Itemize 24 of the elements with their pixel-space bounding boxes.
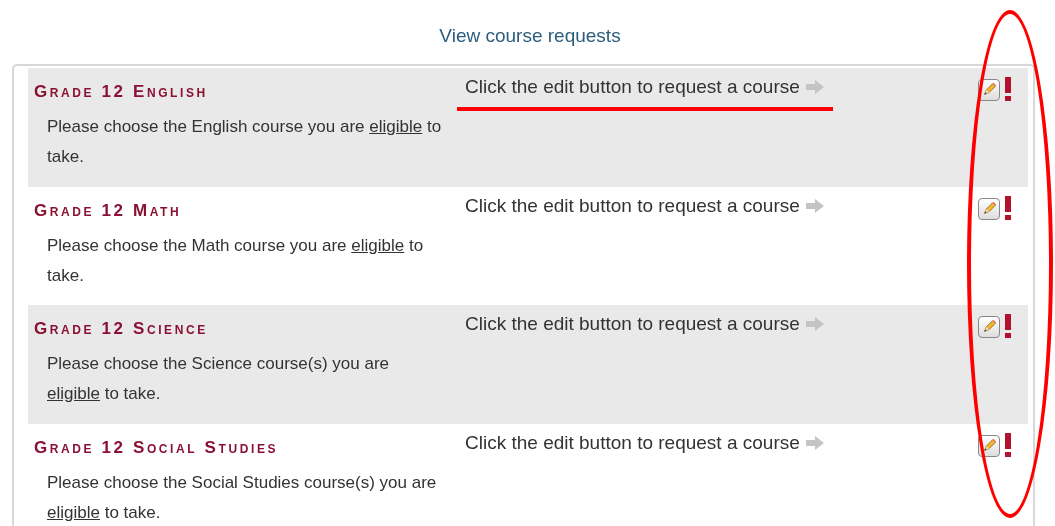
edit-button[interactable] bbox=[978, 316, 1000, 338]
course-description: Please choose the English course you are eligible to take. bbox=[46, 116, 443, 168]
request-instruction: Click the edit button to request a course bbox=[465, 193, 800, 218]
request-instruction: Click the edit button to request a course bbox=[465, 430, 800, 455]
course-title: Grade 12 Social Studies bbox=[34, 436, 280, 459]
eligible-link[interactable]: eligible bbox=[47, 502, 100, 522]
course-description: Please choose the Social Studies course(s) you are eligible to take. bbox=[46, 471, 438, 524]
edit-button[interactable] bbox=[978, 434, 1000, 457]
course-description: Please choose the Science course(s) you are eligible to take. bbox=[46, 353, 391, 405]
eligible-link[interactable]: eligible bbox=[351, 235, 405, 255]
eligible-link[interactable]: eligible bbox=[47, 384, 100, 403]
course-title: Grade 12 Math bbox=[34, 199, 183, 222]
request-instruction: Click the edit button to request a course bbox=[465, 75, 800, 99]
eligible-link[interactable]: eligible bbox=[369, 117, 423, 136]
request-instruction: Click the edit button to request a course bbox=[465, 312, 800, 336]
right-arrow-icon bbox=[805, 198, 824, 213]
right-arrow-icon bbox=[805, 80, 824, 94]
right-arrow-icon bbox=[805, 317, 824, 331]
course-description: Please choose the Math course you are eligible to take. bbox=[46, 234, 425, 287]
course-title: Grade 12 Science bbox=[34, 318, 209, 340]
right-arrow-icon bbox=[805, 435, 824, 450]
edit-button[interactable] bbox=[978, 197, 1000, 220]
course-title: Grade 12 English bbox=[34, 81, 209, 103]
view-course-requests-link[interactable]: View course requests bbox=[439, 24, 621, 64]
